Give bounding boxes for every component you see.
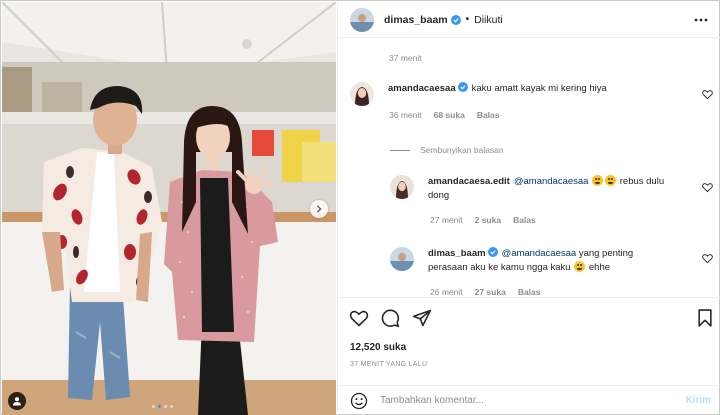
reply-text: amandacaesa.edit @amandacaesaa rebus dulu… xyxy=(428,175,668,203)
verified-badge-icon xyxy=(457,82,468,92)
commenter-avatar[interactable] xyxy=(350,82,374,106)
grinning-emoji-icon xyxy=(574,261,586,272)
carousel-dot xyxy=(164,405,167,408)
commenter-avatar[interactable] xyxy=(390,175,414,199)
reply-meta: 26 menit 27 suka Balas xyxy=(430,287,541,297)
avatar-image xyxy=(350,82,374,106)
reply-item: amandacaesa.edit @amandacaesaa rebus dulu… xyxy=(390,175,668,203)
reply-username[interactable]: dimas_baam xyxy=(428,248,486,259)
reply-username[interactable]: amandacaesa.edit xyxy=(428,176,510,187)
post-time-ago[interactable]: 37 MENIT YANG LALU xyxy=(350,361,427,368)
more-options-icon[interactable] xyxy=(693,12,709,28)
mention-link[interactable]: @amandacaesaa xyxy=(502,248,577,259)
comment-input[interactable] xyxy=(380,395,675,406)
reply-time: 26 menit xyxy=(430,287,463,297)
emoji-picker-icon[interactable] xyxy=(350,392,368,410)
laughing-emoji-icon xyxy=(605,175,617,186)
hide-replies-button[interactable]: Sembunyikan balasan xyxy=(390,145,504,155)
post-side-panel: dimas_baam • Diikuti 37 menit amandacaes… xyxy=(337,2,720,415)
carousel-dot xyxy=(170,405,173,408)
reply-button[interactable]: Balas xyxy=(518,287,541,297)
share-icon[interactable] xyxy=(412,308,432,328)
reply-meta: 27 menit 2 suka Balas xyxy=(430,215,536,225)
likes-count[interactable]: 12,520 suka xyxy=(350,342,406,353)
carousel-indicator xyxy=(152,405,173,408)
author-username[interactable]: dimas_baam xyxy=(384,14,448,26)
hide-replies-label: Sembunyikan balasan xyxy=(420,145,504,155)
avatar-image xyxy=(350,7,374,32)
comment-time: 36 menit xyxy=(389,110,422,120)
reply-like-heart-icon[interactable] xyxy=(702,182,713,193)
comment-icon[interactable] xyxy=(380,308,400,328)
user-icon xyxy=(13,397,21,406)
verified-badge-icon xyxy=(487,247,498,257)
carousel-next-button[interactable] xyxy=(310,200,328,218)
post-actions: 12,520 suka 37 MENIT YANG LALU xyxy=(338,297,720,384)
bookmark-icon[interactable] xyxy=(695,308,715,328)
comment-item: amandacaesaa kaku amatt kayak mi kering h… xyxy=(350,82,658,106)
reply-item: dimas_baam @amandacaesaa yang penting per… xyxy=(390,247,668,275)
follow-status-button[interactable]: Diikuti xyxy=(474,14,503,26)
instagram-post-modal: dimas_baam • Diikuti 37 menit amandacaes… xyxy=(0,0,720,415)
avatar-image xyxy=(390,247,414,271)
reply-like-heart-icon[interactable] xyxy=(702,253,713,264)
author-avatar[interactable] xyxy=(350,7,374,32)
separator-dot: • xyxy=(465,14,470,25)
tagged-users-button[interactable] xyxy=(8,392,26,410)
commenter-avatar[interactable] xyxy=(390,247,414,271)
carousel-dot xyxy=(152,405,155,408)
comment-likes[interactable]: 68 suka xyxy=(434,110,465,120)
reply-button[interactable]: Balas xyxy=(477,110,500,120)
avatar-image xyxy=(390,175,414,199)
previous-comment-time: 37 menit xyxy=(389,53,422,63)
comments-list[interactable]: 37 menit amandacaesaa kaku amatt kayak mi… xyxy=(338,39,720,297)
chevron-right-icon xyxy=(316,205,322,213)
divider xyxy=(390,149,410,151)
mention-link[interactable]: @amandacaesaa xyxy=(514,176,589,187)
laughing-emoji-icon xyxy=(592,175,604,186)
comment-username[interactable]: amandacaesaa xyxy=(388,83,456,94)
post-header: dimas_baam • Diikuti xyxy=(338,2,720,38)
post-photo[interactable] xyxy=(2,2,336,415)
comment-text: amandacaesaa kaku amatt kayak mi kering h… xyxy=(388,82,658,106)
comment-meta: 36 menit 68 suka Balas xyxy=(389,110,500,120)
heart-icon[interactable] xyxy=(349,308,369,328)
reply-content-end: ehhe xyxy=(588,262,611,273)
reply-likes[interactable]: 27 suka xyxy=(475,287,506,297)
reply-button[interactable]: Balas xyxy=(513,215,536,225)
reply-likes[interactable]: 2 suka xyxy=(475,215,501,225)
comment-content: kaku amatt kayak mi kering hiya xyxy=(471,83,607,94)
reply-time: 27 menit xyxy=(430,215,463,225)
reply-text: dimas_baam @amandacaesaa yang penting per… xyxy=(428,247,668,275)
post-comment-button[interactable]: Kirim xyxy=(685,395,711,406)
verified-badge-icon xyxy=(450,14,461,25)
add-comment-bar: Kirim xyxy=(338,385,720,415)
carousel-dot-active xyxy=(158,405,161,408)
photo-scene xyxy=(2,2,336,415)
comment-like-heart-icon[interactable] xyxy=(702,89,713,100)
